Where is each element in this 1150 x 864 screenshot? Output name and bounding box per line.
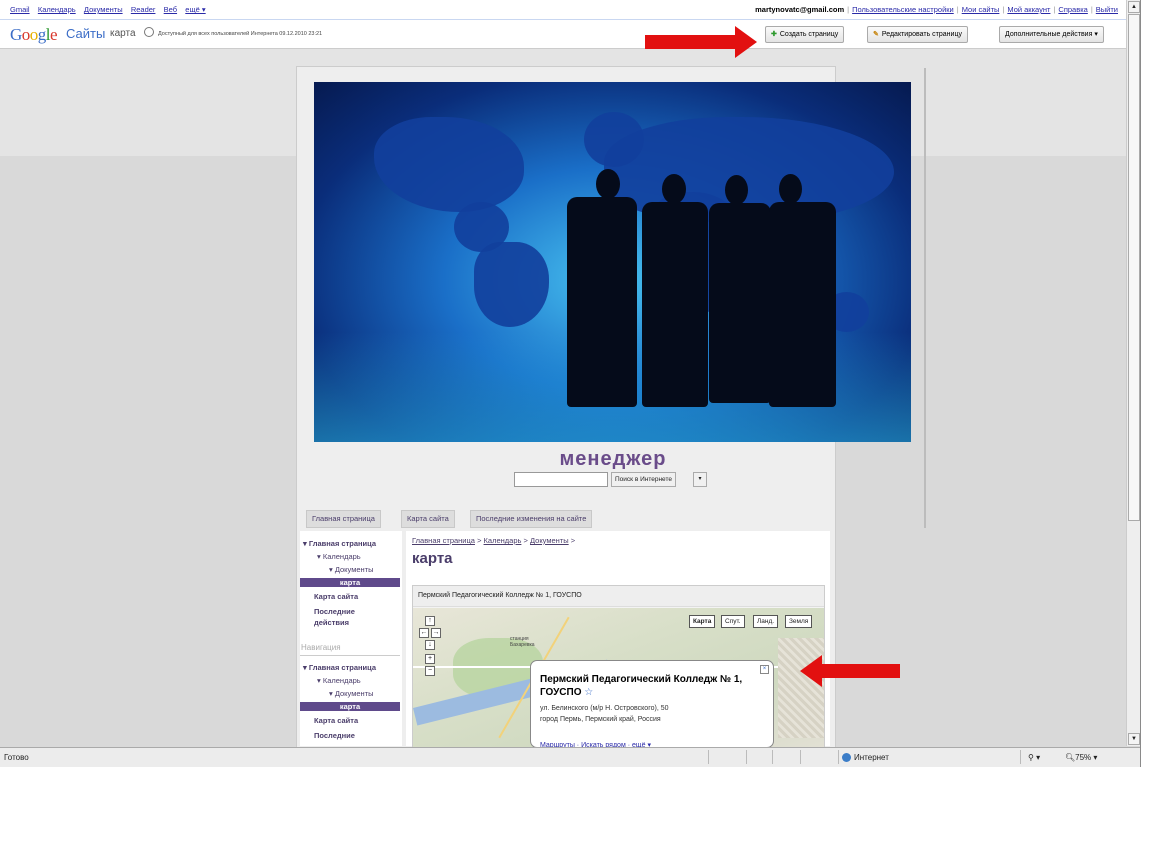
plus-icon: ✚ bbox=[771, 31, 777, 38]
scroll-thumb[interactable] bbox=[1128, 14, 1140, 521]
search-options-dropdown[interactable]: ▾ bbox=[693, 472, 707, 487]
vertical-scrollbar[interactable]: ▲ ▼ bbox=[1126, 0, 1140, 746]
sites-header: Google Сайты карта Доступный для всех по… bbox=[0, 20, 1126, 49]
sidebar-nav-map-selected[interactable]: карта bbox=[300, 702, 400, 711]
status-text: Готово bbox=[4, 753, 29, 762]
edit-page-button[interactable]: ✎ Редактировать страницу bbox=[867, 26, 968, 43]
sidebar-nav-home[interactable]: ▾ Главная страница bbox=[303, 663, 376, 672]
star-icon[interactable]: ☆ bbox=[584, 687, 593, 698]
my-account-link[interactable]: Мой аккаунт bbox=[1007, 5, 1050, 14]
site-title[interactable]: менеджер bbox=[296, 448, 930, 471]
gbar-link-more[interactable]: ещё ▾ bbox=[185, 5, 205, 14]
create-page-label: Создать страницу bbox=[779, 31, 839, 38]
logo-letter: o bbox=[29, 25, 39, 44]
sidebar-item-recent-cont[interactable]: действия bbox=[314, 618, 349, 627]
tab-sitemap[interactable]: Карта сайта bbox=[401, 510, 455, 528]
map-title: Пермский Педагогический Колледж № 1, ГОУ… bbox=[413, 586, 824, 607]
web-search-button[interactable]: Поиск в Интернете bbox=[611, 472, 676, 487]
breadcrumb-sep: > bbox=[523, 536, 528, 545]
info-address-line1: ул. Белинского (м/р Н. Островского), 50 bbox=[540, 705, 669, 712]
sidebar-item-docs[interactable]: ▾ Документы bbox=[329, 565, 374, 574]
user-settings-link[interactable]: Пользовательские настройки bbox=[852, 5, 954, 14]
site-search-input[interactable] bbox=[514, 472, 608, 487]
gbar-link-calendar[interactable]: Календарь bbox=[38, 5, 76, 14]
header-banner-image bbox=[314, 82, 911, 442]
gbar-link-gmail[interactable]: Gmail bbox=[10, 5, 30, 14]
breadcrumb-sep: > bbox=[477, 536, 482, 545]
security-zone: Интернет bbox=[842, 753, 889, 762]
gbar-link-docs[interactable]: Документы bbox=[84, 5, 123, 14]
tab-recent-changes[interactable]: Последние изменения на сайте bbox=[470, 510, 593, 528]
edit-page-label: Редактировать страницу bbox=[881, 31, 962, 38]
pan-up-icon[interactable]: ↑ bbox=[425, 616, 435, 626]
sidebar: ▾ Главная страница ▾ Календарь ▾ Докумен… bbox=[300, 531, 402, 746]
status-bar: Готово Интернет ⚲ ▾ 🔍︎75% ▾ bbox=[0, 747, 1140, 767]
user-email: martynovatc@gmail.com bbox=[755, 5, 845, 14]
breadcrumb-sep: > bbox=[570, 536, 576, 545]
sidebar-nav-recent[interactable]: Последние bbox=[314, 731, 355, 740]
help-link[interactable]: Справка bbox=[1058, 5, 1087, 14]
breadcrumb-home[interactable]: Главная страница bbox=[412, 536, 475, 545]
globe-icon bbox=[144, 27, 154, 37]
zoom-in-icon[interactable]: + bbox=[425, 654, 435, 664]
logo-letter: o bbox=[21, 25, 31, 44]
map-info-window: × Пермский Педагогический Колледж № 1, Г… bbox=[530, 660, 774, 749]
sidebar-item-calendar[interactable]: ▾ Календарь bbox=[317, 552, 361, 561]
sign-out-link[interactable]: Выйти bbox=[1096, 5, 1118, 14]
station-label: станция Бахаревка bbox=[510, 636, 535, 648]
zoom-icon: 🔍︎ bbox=[1065, 753, 1076, 762]
map-type-earth[interactable]: Земля bbox=[785, 615, 813, 628]
my-sites-link[interactable]: Мои сайты bbox=[962, 5, 1000, 14]
scroll-up-icon[interactable]: ▲ bbox=[1128, 1, 1140, 13]
zoom-level[interactable]: 🔍︎75% ▾ bbox=[1065, 753, 1097, 762]
page-title: карта bbox=[412, 550, 453, 567]
pan-right-icon[interactable]: → bbox=[431, 628, 441, 638]
sidebar-item-home[interactable]: ▾ Главная страница bbox=[303, 539, 376, 548]
logo-letter: g bbox=[37, 25, 47, 44]
logo-letter: e bbox=[50, 25, 58, 44]
navigation-heading: Навигация bbox=[301, 643, 341, 652]
breadcrumb: Главная страница > Календарь > Документы… bbox=[412, 536, 575, 545]
info-address-line2: город Пермь, Пермский край, Россия bbox=[540, 716, 661, 723]
sharing-status: Доступный для всех пользователей Интерне… bbox=[158, 31, 323, 37]
current-page-name: карта bbox=[110, 28, 136, 39]
red-arrow-create-page bbox=[645, 26, 757, 58]
sidebar-item-map-selected[interactable]: карта bbox=[300, 578, 400, 587]
red-arrow-map bbox=[800, 655, 900, 687]
map-type-map[interactable]: Карта bbox=[689, 615, 716, 628]
tab-home[interactable]: Главная страница bbox=[306, 510, 381, 528]
logo-letter: G bbox=[10, 25, 22, 44]
map-type-terrain[interactable]: Ланд. bbox=[753, 615, 779, 628]
zoom-out-icon[interactable]: − bbox=[425, 666, 435, 676]
sidebar-item-recent[interactable]: Последние bbox=[314, 607, 355, 616]
scroll-down-icon[interactable]: ▼ bbox=[1128, 733, 1140, 745]
gbar-link-web[interactable]: Веб bbox=[164, 5, 177, 14]
google-bar: Gmail Календарь Документы Reader Веб ещё… bbox=[0, 0, 1126, 20]
sidebar-item-sitemap[interactable]: Карта сайта bbox=[314, 592, 358, 601]
sidebar-nav-sitemap[interactable]: Карта сайта bbox=[314, 716, 358, 725]
pencil-icon: ✎ bbox=[873, 31, 879, 38]
sidebar-nav-calendar[interactable]: ▾ Календарь bbox=[317, 676, 361, 685]
map-type-satellite[interactable]: Спут. bbox=[721, 615, 745, 628]
breadcrumb-docs[interactable]: Документы bbox=[530, 536, 569, 545]
protected-mode-icon[interactable]: ⚲ ▾ bbox=[1028, 753, 1040, 762]
create-page-button[interactable]: ✚ Создать страницу bbox=[765, 26, 845, 43]
google-logo[interactable]: Google bbox=[10, 25, 58, 45]
info-title: Пермский Педагогический Колледж № 1, ГОУ… bbox=[540, 673, 765, 699]
info-address: ул. Белинского (м/р Н. Островского), 50 … bbox=[540, 703, 669, 725]
gbar-link-reader[interactable]: Reader bbox=[131, 5, 156, 14]
more-actions-button[interactable]: Дополнительные действия ▾ bbox=[999, 26, 1104, 43]
info-title-text: Пермский Педагогический Колледж № 1, ГОУ… bbox=[540, 674, 743, 698]
zoom-value: 75% bbox=[1075, 753, 1092, 762]
breadcrumb-calendar[interactable]: Календарь bbox=[484, 536, 522, 545]
sidebar-nav-docs[interactable]: ▾ Документы bbox=[329, 689, 374, 698]
zone-label: Интернет bbox=[854, 753, 889, 762]
pan-down-icon[interactable]: ↓ bbox=[425, 640, 435, 650]
pan-left-icon[interactable]: ← bbox=[419, 628, 429, 638]
globe-icon bbox=[842, 753, 851, 762]
sites-product-name[interactable]: Сайты bbox=[66, 26, 105, 41]
